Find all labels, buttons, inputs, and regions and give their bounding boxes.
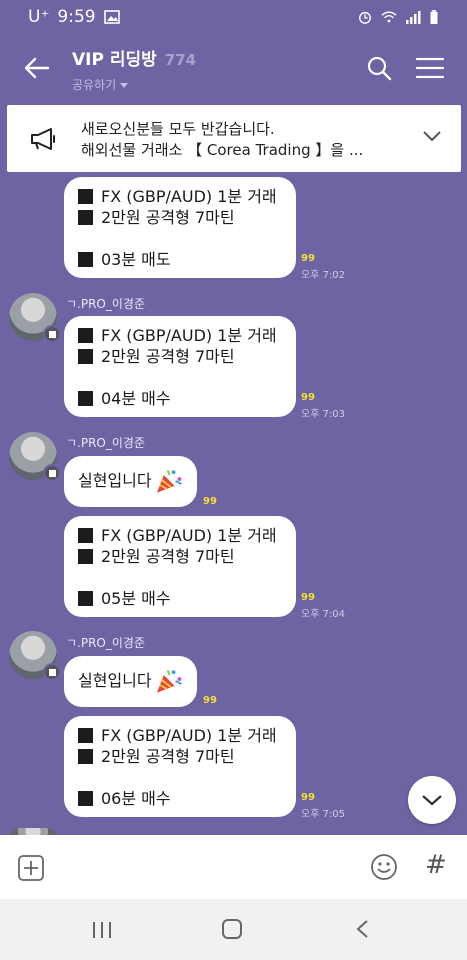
message-line: 04분 매수 xyxy=(101,389,171,408)
notice-line-1: 새로오신분들 모두 반갑습니다. xyxy=(81,120,275,138)
black-square-icon xyxy=(78,791,93,806)
chevron-down-icon xyxy=(422,795,442,806)
unread-count: 99 xyxy=(203,695,217,706)
message-input-bar: # xyxy=(0,835,467,899)
message-line: FX (GBP/AUD) 1분 거래 xyxy=(101,526,277,545)
message-text: 실현입니다 xyxy=(78,671,152,690)
message-line: 2만원 공격형 7마틴 xyxy=(101,208,235,227)
share-label: 공유하기 xyxy=(72,78,117,92)
chat-header: VIP 리딩방 774 공유하기 xyxy=(0,33,467,103)
message-line: 2만원 공격형 7마틴 xyxy=(101,347,235,366)
message-line: 2만원 공격형 7마틴 xyxy=(101,747,235,766)
status-bar: U⁺ 9:59 xyxy=(0,0,467,33)
chat-title-area[interactable]: VIP 리딩방 774 공유하기 xyxy=(72,45,196,93)
hashtag-button[interactable]: # xyxy=(425,852,447,878)
battery-icon xyxy=(430,9,438,24)
notice-text: 새로오신분들 모두 반갑습니다. 해외선물 거래소 【 Corea Tradin… xyxy=(81,119,363,161)
black-square-icon xyxy=(78,549,93,564)
black-square-icon xyxy=(78,210,93,225)
black-square-icon xyxy=(78,391,93,406)
message-time: 오후 7:02 xyxy=(301,270,346,281)
party-popper-icon xyxy=(156,669,182,693)
share-dropdown[interactable]: 공유하기 xyxy=(72,76,196,93)
plus-icon[interactable] xyxy=(18,855,44,881)
chevron-down-icon[interactable] xyxy=(422,129,442,143)
wifi-icon xyxy=(381,10,397,22)
sender-name: ㄱ.PRO_이경준 xyxy=(66,297,145,311)
megaphone-icon xyxy=(31,128,55,150)
scroll-to-bottom-button[interactable] xyxy=(408,776,456,824)
chat-title: VIP 리딩방 xyxy=(72,50,157,70)
message-line: 05분 매수 xyxy=(101,589,171,608)
message-bubble[interactable]: FX (GBP/AUD) 1분 거래 2만원 공격형 7마틴 05분 매수 xyxy=(64,516,296,617)
message-bubble[interactable]: 실현입니다 xyxy=(64,656,197,707)
avatar[interactable] xyxy=(9,293,61,343)
caret-down-icon xyxy=(120,83,129,88)
message-time: 오후 7:03 xyxy=(301,409,346,420)
emoji-icon[interactable] xyxy=(370,853,398,881)
gallery-icon xyxy=(103,9,120,24)
recent-apps-icon[interactable] xyxy=(91,920,113,940)
status-time: 9:59 xyxy=(57,6,96,27)
alarm-icon xyxy=(359,11,371,24)
black-square-icon xyxy=(78,189,93,204)
home-icon[interactable] xyxy=(221,918,243,940)
unread-count: 99 xyxy=(301,792,315,803)
signal-icon xyxy=(406,10,421,24)
message-line: FX (GBP/AUD) 1분 거래 xyxy=(101,326,277,345)
avatar[interactable] xyxy=(9,631,61,681)
back-arrow-icon[interactable] xyxy=(22,54,50,82)
message-line: 06분 매수 xyxy=(101,789,171,808)
black-square-icon xyxy=(78,591,93,606)
sender-name: ㄱ.PRO_이경준 xyxy=(66,636,145,650)
message-input[interactable] xyxy=(58,851,358,883)
message-bubble[interactable]: FX (GBP/AUD) 1분 거래 2만원 공격형 7마틴 06분 매수 xyxy=(64,716,296,817)
message-time: 오후 7:05 xyxy=(301,809,346,820)
message-text: 실현입니다 xyxy=(78,471,152,490)
black-square-icon xyxy=(78,528,93,543)
message-bubble[interactable]: FX (GBP/AUD) 1분 거래 2만원 공격형 7마틴 04분 매수 xyxy=(64,316,296,417)
notice-banner[interactable]: 새로오신분들 모두 반갑습니다. 해외선물 거래소 【 Corea Tradin… xyxy=(7,105,461,172)
unread-count: 99 xyxy=(301,392,315,403)
manager-badge-icon xyxy=(43,663,61,681)
unread-count: 99 xyxy=(203,496,217,507)
notice-line-2: 해외선물 거래소 【 Corea Trading 】을 ... xyxy=(81,141,364,159)
black-square-icon xyxy=(78,749,93,764)
message-line: FX (GBP/AUD) 1분 거래 xyxy=(101,726,277,745)
black-square-icon xyxy=(78,328,93,343)
message-bubble[interactable]: 실현입니다 xyxy=(64,456,197,507)
unread-count: 99 xyxy=(301,253,315,264)
black-square-icon xyxy=(78,728,93,743)
message-line: FX (GBP/AUD) 1분 거래 xyxy=(101,187,277,206)
message-time: 오후 7:04 xyxy=(301,609,346,620)
search-icon[interactable] xyxy=(366,55,392,81)
message-line: 2만원 공격형 7마틴 xyxy=(101,547,235,566)
back-icon[interactable] xyxy=(355,919,369,939)
sender-name: ㄱ.PRO_이경준 xyxy=(66,436,145,450)
member-count: 774 xyxy=(164,51,197,69)
menu-icon[interactable] xyxy=(416,57,444,79)
carrier-label: U⁺ xyxy=(28,6,50,27)
manager-badge-icon xyxy=(43,325,61,343)
message-bubble[interactable]: FX (GBP/AUD) 1분 거래 2만원 공격형 7마틴 03분 매도 xyxy=(64,177,296,278)
avatar[interactable] xyxy=(9,432,61,482)
black-square-icon xyxy=(78,252,93,267)
black-square-icon xyxy=(78,349,93,364)
system-nav-bar xyxy=(0,899,467,960)
party-popper-icon xyxy=(156,469,182,493)
unread-count: 99 xyxy=(301,592,315,603)
manager-badge-icon xyxy=(43,464,61,482)
message-line: 03분 매도 xyxy=(101,250,171,269)
